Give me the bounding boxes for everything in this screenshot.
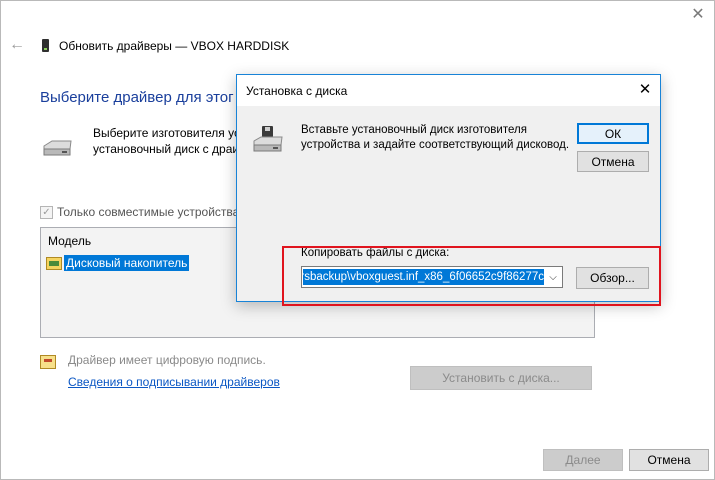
page-heading: Выберите драйвер для этог — [40, 89, 234, 106]
path-combobox[interactable]: versbackup\vboxguest.inf_x86_6f06652c9f8… — [301, 266, 563, 288]
device-icon — [46, 256, 62, 270]
close-icon[interactable]: ✕ — [690, 7, 706, 23]
certificate-icon — [40, 355, 56, 369]
install-from-disk-dialog: Установка с диска ✕ Вставьте установочны… — [236, 74, 661, 302]
model-column-header: Модель — [48, 234, 92, 248]
have-disk-button[interactable]: Установить с диска... — [410, 366, 592, 390]
chevron-down-icon[interactable]: ⌵ — [544, 267, 562, 287]
instructions-line: установочный диск с драи — [93, 142, 240, 156]
compatible-devices-label: Только совместимые устройства — [57, 205, 240, 219]
instructions-text: Выберите изготовителя ус установочный ди… — [93, 125, 240, 157]
browse-button[interactable]: Обзор... — [576, 267, 649, 289]
dialog-instructions-line: Вставьте установочный диск изготовителя — [301, 124, 527, 136]
path-value-text: versbackup\vboxguest.inf_x86_6f06652c9f8… — [303, 271, 544, 283]
driver-signing-link[interactable]: Сведения о подписывании драйверов — [68, 375, 280, 389]
compatible-devices-checkbox[interactable]: ✓ Только совместимые устройства — [40, 205, 239, 219]
copy-files-label: Копировать файлы с диска: — [301, 247, 450, 259]
ok-button[interactable]: ОК — [577, 123, 649, 144]
close-icon[interactable]: ✕ — [636, 81, 654, 99]
dialog-instructions: Вставьте установочный диск изготовителя … — [301, 123, 569, 153]
checkmark-icon[interactable]: ✓ — [40, 205, 53, 219]
device-icon — [42, 39, 49, 52]
disk-drive-icon — [43, 140, 72, 156]
next-button[interactable]: Далее — [543, 449, 623, 471]
window-title: Обновить драйверы — VBOX HARDDISK — [59, 39, 290, 53]
cancel-button[interactable]: Отмена — [577, 151, 649, 172]
instructions-line: Выберите изготовителя ус — [93, 126, 240, 140]
dialog-title: Установка с диска — [246, 84, 348, 98]
list-item-label: Дисковый накопитель — [64, 255, 190, 271]
disk-drive-icon — [253, 126, 283, 152]
cancel-button[interactable]: Отмена — [629, 449, 709, 471]
signed-status-text: Драйвер имеет цифровую подпись. — [68, 353, 266, 367]
back-arrow-icon[interactable]: ← — [9, 37, 25, 53]
list-item[interactable]: Дисковый накопитель — [46, 255, 190, 271]
dialog-instructions-line: устройства и задайте соответствующий дис… — [301, 139, 570, 151]
dialog-titlebar: Установка с диска ✕ — [237, 75, 660, 106]
path-input[interactable]: versbackup\vboxguest.inf_x86_6f06652c9f8… — [303, 269, 544, 285]
